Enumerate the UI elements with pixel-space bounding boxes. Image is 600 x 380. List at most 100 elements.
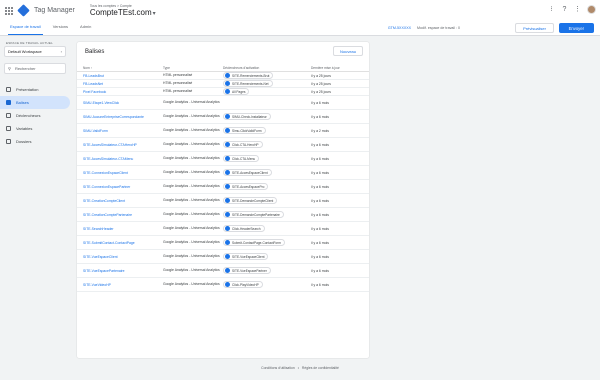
trigger-icon (225, 73, 230, 78)
tag-trigger-cell: SITE-DemandeCompteClient (223, 197, 311, 204)
tag-name-link[interactable]: SITE-VueEspacePartenaire (77, 269, 163, 273)
sidebar-item-tags[interactable]: Balises (0, 96, 70, 109)
tag-name-link[interactable]: SITE-ConnexionEspacePartner (77, 185, 163, 189)
workspace-selector[interactable]: Default Workspace › (4, 46, 66, 57)
trigger-chip[interactable]: SITE-VueEspaceClient (223, 253, 269, 260)
tag-name-link[interactable]: SITE-CreationComptePartenaire (77, 213, 163, 217)
sidebar-item-label: Présentation (16, 87, 39, 92)
avatar[interactable] (587, 5, 596, 14)
account-switcher[interactable]: Tous les comptes > Compte CompteTEst.com… (90, 4, 156, 17)
table-row[interactable]: SIMU-ValidForm Google Analytics - Univers… (77, 124, 369, 138)
tag-type: HTML personnalisé (163, 73, 193, 78)
tag-name-link[interactable]: SITE-AccesSimulateur-CTAMenu (77, 157, 163, 161)
column-header-label: Nom (83, 65, 90, 70)
variable-icon (6, 126, 11, 131)
trigger-chip[interactable]: SITE-AccesEspacePro (223, 183, 269, 190)
tag-name-link[interactable]: SITE-CreationCompteClient (77, 199, 163, 203)
tag-icon (6, 100, 11, 105)
trigger-label: SIMU-Check-Installateur (232, 114, 267, 119)
terms-link[interactable]: Conditions d'utilisation (261, 366, 295, 370)
table-row[interactable]: FB-LeadsBrut HTML personnalisé SITE-Remerc… (77, 72, 369, 80)
trigger-label: SITE-DemandeCompteClient (232, 198, 274, 203)
table-row[interactable]: SIMU-Etape1-ViewClick Google Analytics - … (77, 96, 369, 110)
table-row[interactable]: FB-LeadsNet HTML personnalisé SITE-Remerci… (77, 80, 369, 88)
sidebar-search-input[interactable]: ⚲ Rechercher (4, 63, 66, 74)
trigger-chip[interactable]: All Pages (223, 88, 250, 95)
table-row[interactable]: SITE-VueEspacePartenaire Google Analytics… (77, 264, 369, 278)
tag-name-link[interactable]: SITE-AccesSimulateur-CTAHeroHP (77, 143, 163, 147)
help-icon[interactable]: ? (561, 6, 568, 13)
trigger-chip[interactable]: Simu-ClickValidForm (223, 127, 266, 134)
tag-name-link[interactable]: SIMU-ValidForm (77, 129, 163, 133)
table-row[interactable]: SITE-ConnexionEspaceClient Google Analyti… (77, 166, 369, 180)
sidebar-item-variables[interactable]: Variables (0, 122, 70, 135)
table-row[interactable]: SITE-SubmitContact-ContactPage Google Ana… (77, 236, 369, 250)
trigger-icon (225, 81, 230, 86)
trigger-label: Click-CTA-HeroHP (232, 142, 259, 147)
tag-name-link[interactable]: FB-LeadsNet (77, 82, 163, 86)
workspace-navbar: Espace de travail Versions Admin GTM-5XX… (0, 20, 600, 36)
table-row[interactable]: Pixel Facebook HTML personnalisé All Pages… (77, 88, 369, 96)
sidebar-item-overview[interactable]: Présentation (0, 83, 70, 96)
tag-type: HTML personnalisé (163, 81, 193, 86)
submit-button[interactable]: Envoyer (558, 23, 594, 33)
trigger-chip[interactable]: SITE-Remerciements-Brut (223, 72, 274, 79)
tab-versions[interactable]: Versions (47, 19, 74, 35)
trigger-chip[interactable]: Click-CTA-Menu (223, 155, 260, 162)
column-header-trigger[interactable]: Déclencheurs d'activation (223, 66, 311, 70)
trigger-chip[interactable]: SITE-VueEspacePartner (223, 267, 271, 274)
tag-last-edited: il y a 6 mois (311, 282, 329, 287)
sidebar-item-triggers[interactable]: Déclencheurs (0, 109, 70, 122)
trigger-chip[interactable]: SITE-AccesEspaceClient (223, 169, 272, 176)
tag-last-edited: il y a 6 mois (311, 254, 329, 259)
privacy-link[interactable]: Règles de confidentialité (302, 366, 339, 370)
tag-type: Google Analytics - Universal Analytics (163, 212, 220, 217)
sidebar-item-folders[interactable]: Dossiers (0, 135, 70, 148)
tag-name-link[interactable]: SIMU-Etape1-ViewClick (77, 101, 163, 105)
trigger-chip[interactable]: SITE-Remerciements-Net (223, 80, 273, 87)
table-row[interactable]: SITE-CreationCompteClient Google Analytic… (77, 194, 369, 208)
tag-trigger-cell: SIMU-Check-Installateur (223, 113, 311, 120)
tab-workspace[interactable]: Espace de travail (4, 19, 47, 35)
column-header-date[interactable]: Dernière mise à jour (311, 66, 369, 70)
table-row[interactable]: SITE-ConnexionEspacePartner Google Analyt… (77, 180, 369, 194)
table-row[interactable]: SITE-CreationComptePartenaire Google Anal… (77, 208, 369, 222)
tag-name-link[interactable]: Pixel Facebook (77, 90, 163, 94)
table-row[interactable]: SITE-SearchHeader Google Analytics - Univ… (77, 222, 369, 236)
trigger-chip[interactable]: SITE-DemandeCompteClient (223, 197, 278, 204)
trigger-chip[interactable]: Click-PlayVideoHP (223, 281, 263, 288)
new-tag-button[interactable]: Nouveau (332, 46, 363, 56)
container-name[interactable]: CompteTEst.com▾ (90, 8, 156, 17)
column-header-type[interactable]: Type (163, 66, 223, 70)
tag-name-link[interactable]: SITE-SearchHeader (77, 227, 163, 231)
trigger-icon (225, 89, 230, 94)
tag-name-link[interactable]: SITE-SubmitContact-ContactPage (77, 241, 163, 245)
tag-type: Google Analytics - Universal Analytics (163, 198, 220, 203)
trigger-chip[interactable]: SITE-DemandeComptePartenaire (223, 211, 284, 218)
trigger-icon (225, 226, 230, 231)
apps-icon[interactable]: ⁝ (548, 6, 555, 13)
tag-name-link[interactable]: SITE-VueEspaceClient (77, 255, 163, 259)
tab-admin[interactable]: Admin (74, 19, 97, 35)
tag-name-link[interactable]: SIMU-AucuneEntrepriseCorrespondante (77, 115, 163, 119)
more-vert-icon[interactable]: ⋮ (574, 6, 581, 13)
sidebar-item-label: Déclencheurs (16, 113, 41, 118)
tag-name-link[interactable]: SITE-VueVideoHP (77, 283, 163, 287)
table-row[interactable]: SITE-VueVideoHP Google Analytics - Univer… (77, 278, 369, 292)
apps-grid-icon[interactable] (3, 5, 13, 15)
column-header-name[interactable]: Nom ↑ (77, 66, 163, 70)
preview-button[interactable]: Prévisualiser (515, 23, 554, 33)
table-row[interactable]: SITE-VueEspaceClient Google Analytics - U… (77, 250, 369, 264)
table-row[interactable]: SITE-AccesSimulateur-CTAMenu Google Analy… (77, 152, 369, 166)
trigger-chip[interactable]: SIMU-Check-Installateur (223, 113, 271, 120)
trigger-chip[interactable]: Submit-ContactPage-ContactForm (223, 239, 285, 246)
trigger-chip[interactable]: Click-HeaderSearch (223, 225, 265, 232)
table-row[interactable]: SITE-AccesSimulateur-CTAHeroHP Google Ana… (77, 138, 369, 152)
tag-name-link[interactable]: SITE-ConnexionEspaceClient (77, 171, 163, 175)
trigger-chip[interactable]: Click-CTA-HeroHP (223, 141, 263, 148)
tag-last-edited: il y a 25 jours (311, 73, 331, 78)
app-header: Tag Manager Tous les comptes > Compte Co… (0, 0, 600, 20)
tag-name-link[interactable]: FB-LeadsBrut (77, 74, 163, 78)
container-id[interactable]: GTM-5XXXXX (388, 26, 411, 30)
table-row[interactable]: SIMU-AucuneEntrepriseCorrespondante Googl… (77, 110, 369, 124)
